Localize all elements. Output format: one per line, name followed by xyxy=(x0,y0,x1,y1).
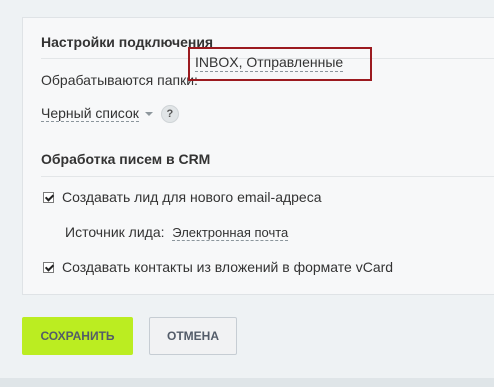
cancel-button[interactable]: ОТМЕНА xyxy=(149,317,237,355)
create-lead-checkbox[interactable] xyxy=(43,192,54,203)
create-contacts-checkbox[interactable] xyxy=(43,262,54,273)
folders-label: Обрабатываются папки: xyxy=(41,72,198,88)
lead-source-row: Источник лида: Электронная почта xyxy=(65,224,289,241)
crm-processing-title: Обработка писем в CRM xyxy=(41,151,211,167)
folders-link[interactable]: INBOX, Отправленные xyxy=(195,53,344,72)
mail-settings-page: Настройки подключения Обрабатываются пап… xyxy=(0,0,494,387)
help-icon[interactable]: ? xyxy=(160,105,179,124)
section-divider xyxy=(41,176,494,177)
save-button[interactable]: СОХРАНИТЬ xyxy=(22,317,133,355)
blacklist-link[interactable]: Черный список xyxy=(41,105,139,122)
blacklist-row: Черный список? xyxy=(41,105,179,124)
footer-divider xyxy=(0,378,494,387)
lead-source-label: Источник лида: xyxy=(65,224,165,240)
lead-source-link[interactable]: Электронная почта xyxy=(172,225,289,241)
create-lead-label[interactable]: Создавать лид для нового email-адреса xyxy=(62,189,322,205)
chevron-down-icon[interactable] xyxy=(144,112,153,117)
create-contacts-option[interactable]: Создавать контакты из вложений в формате… xyxy=(43,259,393,275)
create-contacts-label[interactable]: Создавать контакты из вложений в формате… xyxy=(62,259,393,275)
create-lead-option[interactable]: Создавать лид для нового email-адреса xyxy=(43,189,322,205)
